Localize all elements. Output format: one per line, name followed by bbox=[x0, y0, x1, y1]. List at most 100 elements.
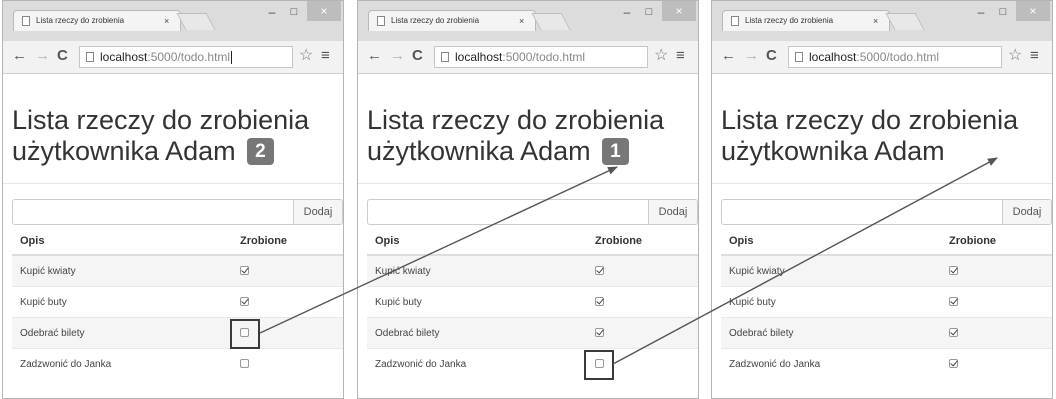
back-arrow-icon[interactable]: ← bbox=[721, 48, 736, 64]
menu-icon[interactable]: ≡ bbox=[676, 47, 685, 65]
add-button[interactable]: Dodaj bbox=[294, 199, 343, 225]
item-description: Zadzwonić do Janka bbox=[12, 348, 232, 379]
maximize-icon[interactable]: □ bbox=[640, 5, 658, 19]
reload-icon[interactable]: C bbox=[57, 48, 68, 64]
item-done-cell bbox=[941, 254, 1052, 287]
window-close-icon[interactable]: × bbox=[307, 1, 341, 21]
add-button[interactable]: Dodaj bbox=[1003, 199, 1052, 225]
add-button[interactable]: Dodaj bbox=[649, 199, 698, 225]
bookmark-star-icon[interactable]: ☆ bbox=[654, 47, 668, 65]
address-bar[interactable]: localhost:5000/todo.html bbox=[79, 46, 293, 68]
column-header-desc: Opis bbox=[367, 228, 587, 256]
table-row: Zadzwonić do Janka bbox=[721, 348, 1052, 379]
reload-icon[interactable]: C bbox=[412, 48, 423, 64]
page-title-line1: Lista rzeczy do zrobienia bbox=[721, 105, 1019, 135]
new-item-input[interactable] bbox=[12, 199, 294, 225]
click-highlight-box bbox=[230, 319, 260, 349]
new-item-input[interactable] bbox=[721, 199, 1003, 225]
page-title-line1: Lista rzeczy do zrobienia bbox=[367, 105, 665, 135]
tab-close-icon[interactable]: × bbox=[873, 11, 878, 31]
done-checkbox[interactable] bbox=[595, 297, 604, 307]
menu-icon[interactable]: ≡ bbox=[1030, 47, 1039, 65]
item-done-cell bbox=[941, 286, 1052, 318]
item-done-cell bbox=[941, 348, 1052, 379]
done-checkbox[interactable] bbox=[240, 359, 249, 369]
back-arrow-icon[interactable]: ← bbox=[12, 48, 27, 64]
item-description: Kupić buty bbox=[721, 286, 941, 318]
menu-icon[interactable]: ≡ bbox=[321, 47, 330, 65]
minimize-icon[interactable]: – bbox=[263, 5, 281, 19]
done-checkbox[interactable] bbox=[240, 266, 249, 276]
new-tab-button[interactable] bbox=[531, 13, 571, 30]
new-tab-button[interactable] bbox=[176, 13, 216, 30]
title-bar: Lista rzeczy do zrobienia × – □ × bbox=[712, 1, 1052, 41]
todo-table: Opis Zrobione Kupić kwiaty Kupić buty Od… bbox=[12, 228, 343, 379]
new-tab-button[interactable] bbox=[885, 13, 925, 30]
done-checkbox[interactable] bbox=[949, 297, 958, 307]
item-description: Kupić buty bbox=[12, 286, 232, 318]
item-description: Zadzwonić do Janka bbox=[367, 348, 587, 379]
browser-window-2: Lista rzeczy do zrobienia × – □ × ← → C … bbox=[357, 0, 699, 399]
page-icon bbox=[441, 52, 449, 62]
browser-window-1: Lista rzeczy do zrobienia × – □ × ← → C … bbox=[2, 0, 344, 399]
table-row: Kupić kwiaty bbox=[721, 254, 1052, 287]
title-bar: Lista rzeczy do zrobienia × – □ × bbox=[358, 1, 698, 41]
page-icon bbox=[22, 16, 30, 26]
remaining-count-badge: 2 bbox=[247, 138, 274, 165]
url-path: :5000/todo.html bbox=[856, 50, 940, 64]
item-done-cell bbox=[232, 286, 343, 318]
page-title-line1: Lista rzeczy do zrobienia bbox=[12, 105, 310, 135]
window-close-icon[interactable]: × bbox=[662, 1, 696, 21]
browser-toolbar: ← → C localhost:5000/todo.html ☆ ≡ bbox=[712, 41, 1052, 74]
done-checkbox[interactable] bbox=[949, 359, 958, 369]
minimize-icon[interactable]: – bbox=[972, 5, 990, 19]
maximize-icon[interactable]: □ bbox=[994, 5, 1012, 19]
done-checkbox[interactable] bbox=[595, 266, 604, 276]
bookmark-star-icon[interactable]: ☆ bbox=[299, 47, 313, 65]
minimize-icon[interactable]: – bbox=[618, 5, 636, 19]
browser-tab[interactable]: Lista rzeczy do zrobienia × bbox=[368, 10, 536, 31]
done-checkbox[interactable] bbox=[240, 297, 249, 307]
page-icon bbox=[86, 52, 94, 62]
divider bbox=[712, 183, 1052, 184]
table-row: Kupić buty bbox=[721, 286, 1052, 318]
done-checkbox[interactable] bbox=[949, 266, 958, 276]
address-bar[interactable]: localhost:5000/todo.html bbox=[788, 46, 1002, 68]
table-row: Kupić buty bbox=[367, 286, 698, 318]
done-checkbox[interactable] bbox=[595, 328, 604, 338]
item-done-cell bbox=[587, 254, 698, 287]
forward-arrow-icon[interactable]: → bbox=[390, 48, 405, 64]
table-row: Kupić buty bbox=[12, 286, 343, 318]
click-highlight-box bbox=[584, 350, 614, 380]
tab-close-icon[interactable]: × bbox=[519, 11, 524, 31]
column-header-done: Zrobione bbox=[232, 228, 343, 256]
tab-title: Lista rzeczy do zrobienia bbox=[745, 16, 834, 25]
column-header-done: Zrobione bbox=[587, 228, 698, 256]
new-item-form: Dodaj bbox=[12, 199, 343, 225]
browser-toolbar: ← → C localhost:5000/todo.html ☆ ≡ bbox=[3, 41, 343, 74]
forward-arrow-icon[interactable]: → bbox=[35, 48, 50, 64]
column-header-desc: Opis bbox=[12, 228, 232, 256]
bookmark-star-icon[interactable]: ☆ bbox=[1008, 47, 1022, 65]
item-description: Odebrać bilety bbox=[367, 317, 587, 349]
forward-arrow-icon[interactable]: → bbox=[744, 48, 759, 64]
page-icon bbox=[731, 16, 739, 26]
tab-close-icon[interactable]: × bbox=[164, 11, 169, 31]
back-arrow-icon[interactable]: ← bbox=[367, 48, 382, 64]
item-description: Odebrać bilety bbox=[12, 317, 232, 349]
done-checkbox[interactable] bbox=[949, 328, 958, 338]
browser-tab[interactable]: Lista rzeczy do zrobienia × bbox=[722, 10, 890, 31]
window-close-icon[interactable]: × bbox=[1016, 1, 1050, 21]
new-item-input[interactable] bbox=[367, 199, 649, 225]
new-item-form: Dodaj bbox=[721, 199, 1052, 225]
page-icon bbox=[377, 16, 385, 26]
table-row: Zadzwonić do Janka bbox=[367, 348, 698, 379]
page-icon bbox=[795, 52, 803, 62]
tab-title: Lista rzeczy do zrobienia bbox=[36, 16, 125, 25]
maximize-icon[interactable]: □ bbox=[285, 5, 303, 19]
browser-tab[interactable]: Lista rzeczy do zrobienia × bbox=[13, 10, 181, 31]
address-bar[interactable]: localhost:5000/todo.html bbox=[434, 46, 648, 68]
reload-icon[interactable]: C bbox=[766, 48, 777, 64]
column-header-desc: Opis bbox=[721, 228, 941, 256]
url-path: :5000/todo.html bbox=[147, 50, 231, 64]
